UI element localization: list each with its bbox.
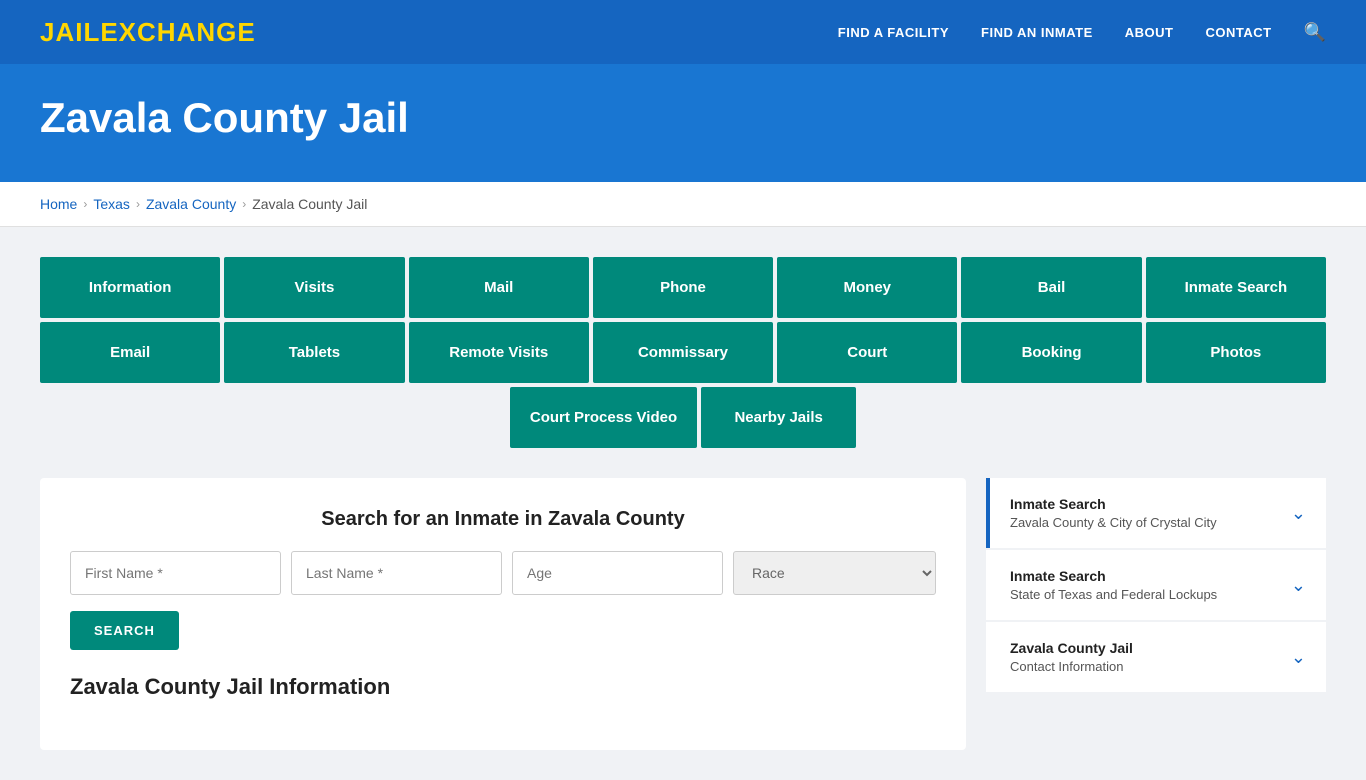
btn-inmate-search[interactable]: Inmate Search [1146, 257, 1326, 318]
btn-visits[interactable]: Visits [224, 257, 404, 318]
sidebar-item-subtitle-1: Zavala County & City of Crystal City [1010, 515, 1217, 530]
nav-find-facility[interactable]: FIND A FACILITY [838, 25, 949, 40]
first-name-input[interactable] [70, 551, 281, 595]
site-logo[interactable]: JAILEXCHANGE [40, 17, 256, 48]
btn-commissary[interactable]: Commissary [593, 322, 773, 383]
breadcrumb-zavala-county[interactable]: Zavala County [146, 196, 236, 212]
btn-information[interactable]: Information [40, 257, 220, 318]
race-select[interactable]: Race White Black Hispanic Asian Other [733, 551, 936, 595]
section-title: Zavala County Jail Information [70, 674, 936, 700]
last-name-input[interactable] [291, 551, 502, 595]
content-area: Search for an Inmate in Zavala County Ra… [40, 478, 1326, 750]
button-grid-row1: Information Visits Mail Phone Money Bail… [40, 257, 1326, 318]
breadcrumb-current: Zavala County Jail [252, 196, 367, 212]
sidebar: Inmate Search Zavala County & City of Cr… [986, 478, 1326, 750]
sidebar-item-inmate-search-zavala[interactable]: Inmate Search Zavala County & City of Cr… [986, 478, 1326, 548]
btn-tablets[interactable]: Tablets [224, 322, 404, 383]
sidebar-item-subtitle-2: State of Texas and Federal Lockups [1010, 587, 1217, 602]
nav-find-inmate[interactable]: FIND AN INMATE [981, 25, 1093, 40]
logo-jail: JAIL [40, 17, 100, 47]
btn-court-process-video[interactable]: Court Process Video [510, 387, 697, 448]
sidebar-item-inmate-search-texas[interactable]: Inmate Search State of Texas and Federal… [986, 550, 1326, 620]
breadcrumb-sep-1: › [83, 197, 87, 211]
btn-photos[interactable]: Photos [1146, 322, 1326, 383]
breadcrumb-bar: Home › Texas › Zavala County › Zavala Co… [0, 182, 1366, 227]
search-fields: Race White Black Hispanic Asian Other [70, 551, 936, 595]
breadcrumb: Home › Texas › Zavala County › Zavala Co… [40, 196, 1326, 212]
page-title: Zavala County Jail [40, 94, 1326, 142]
btn-nearby-jails[interactable]: Nearby Jails [701, 387, 856, 448]
search-button[interactable]: SEARCH [70, 611, 179, 650]
sidebar-item-contact-info[interactable]: Zavala County Jail Contact Information ⌄ [986, 622, 1326, 692]
btn-phone[interactable]: Phone [593, 257, 773, 318]
button-grid-row2: Email Tablets Remote Visits Commissary C… [40, 322, 1326, 383]
breadcrumb-texas[interactable]: Texas [93, 196, 130, 212]
sidebar-item-title-3: Zavala County Jail [1010, 640, 1133, 656]
breadcrumb-home[interactable]: Home [40, 196, 77, 212]
sidebar-item-title-2: Inmate Search [1010, 568, 1217, 584]
nav-contact[interactable]: CONTACT [1205, 25, 1271, 40]
chevron-down-icon-3: ⌄ [1291, 647, 1306, 668]
search-icon[interactable]: 🔍 [1304, 22, 1326, 43]
sidebar-item-title-1: Inmate Search [1010, 496, 1217, 512]
btn-money[interactable]: Money [777, 257, 957, 318]
search-title: Search for an Inmate in Zavala County [70, 508, 936, 531]
nav-about[interactable]: ABOUT [1125, 25, 1174, 40]
search-panel: Search for an Inmate in Zavala County Ra… [40, 478, 966, 750]
btn-remote-visits[interactable]: Remote Visits [409, 322, 589, 383]
btn-email[interactable]: Email [40, 322, 220, 383]
age-input[interactable] [512, 551, 723, 595]
btn-booking[interactable]: Booking [961, 322, 1141, 383]
sidebar-item-subtitle-3: Contact Information [1010, 659, 1133, 674]
chevron-down-icon-2: ⌄ [1291, 575, 1306, 596]
main-content: Information Visits Mail Phone Money Bail… [0, 227, 1366, 780]
chevron-down-icon-1: ⌄ [1291, 503, 1306, 524]
hero-section: Zavala County Jail [0, 64, 1366, 182]
btn-mail[interactable]: Mail [409, 257, 589, 318]
btn-court[interactable]: Court [777, 322, 957, 383]
breadcrumb-sep-2: › [136, 197, 140, 211]
main-nav: FIND A FACILITY FIND AN INMATE ABOUT CON… [838, 22, 1326, 43]
logo-exchange: EXCHANGE [100, 17, 255, 47]
btn-bail[interactable]: Bail [961, 257, 1141, 318]
site-header: JAILEXCHANGE FIND A FACILITY FIND AN INM… [0, 0, 1366, 64]
breadcrumb-sep-3: › [242, 197, 246, 211]
button-grid-row3: Court Process Video Nearby Jails [40, 387, 1326, 448]
